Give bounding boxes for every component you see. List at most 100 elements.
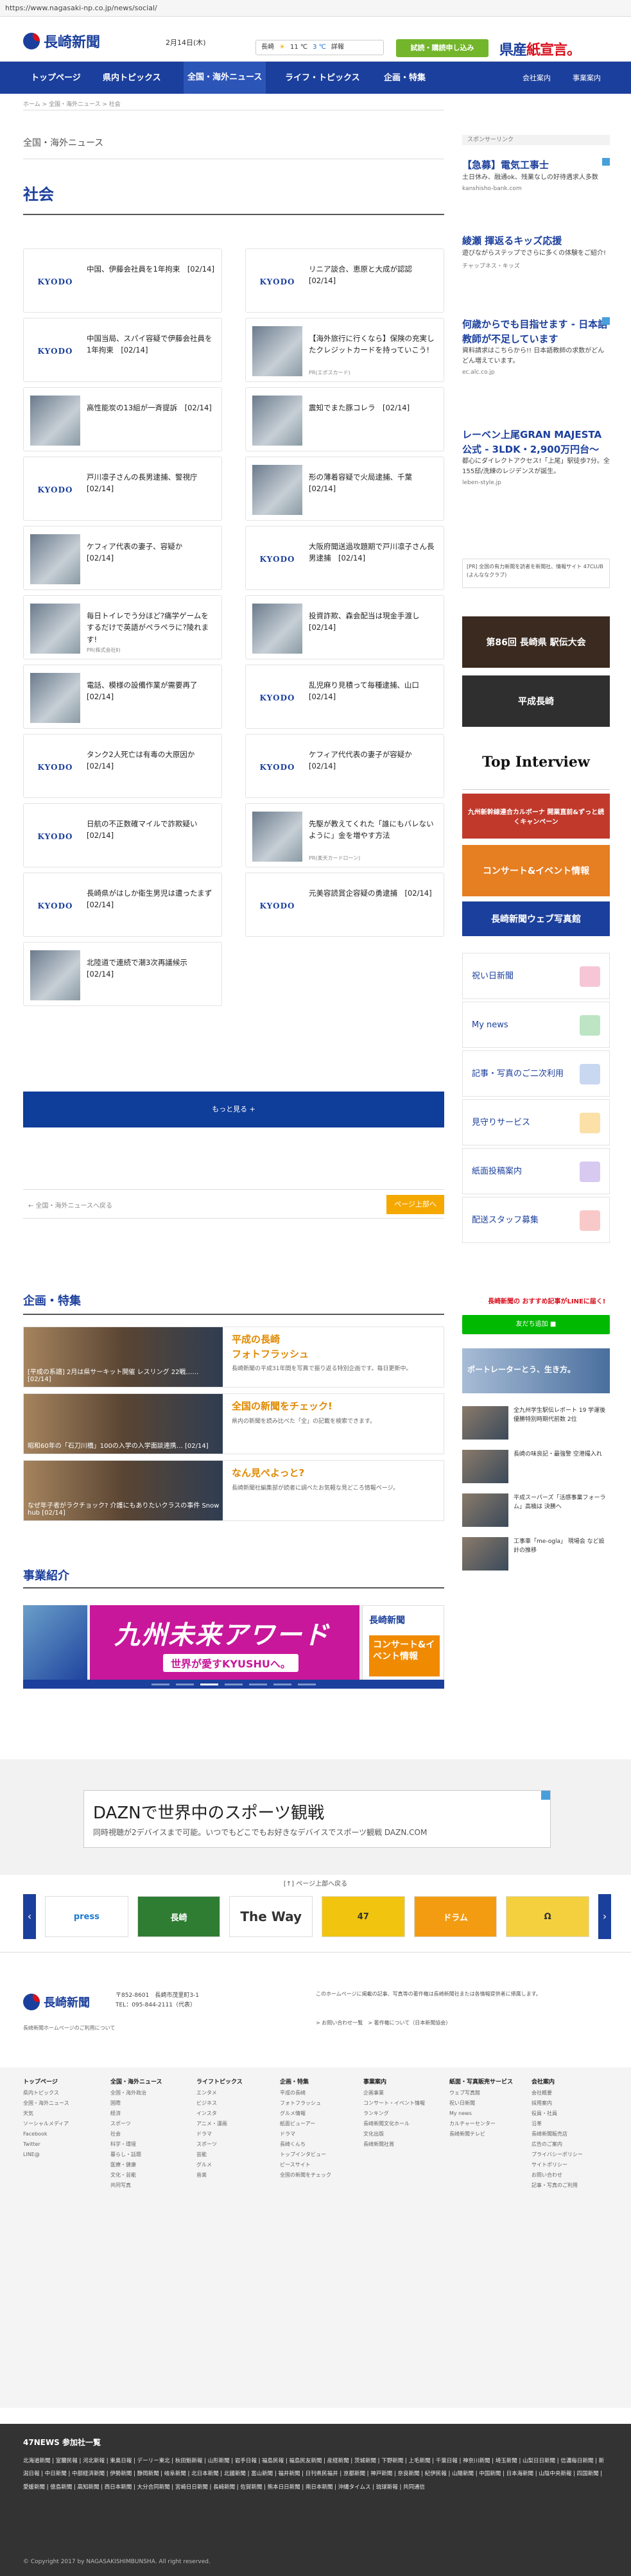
sitemap-heading[interactable]: トップページ: [23, 2076, 69, 2088]
side-banner-interview[interactable]: Top Interview: [462, 735, 610, 790]
article-card[interactable]: ケフィア代表の妻子、容疑か [02/14]: [23, 526, 222, 590]
partner-list-items[interactable]: 北海道新聞 | 室蘭民報 | 河北新報 | 東奥日報 | デーリー東北 | 秋田…: [23, 2455, 607, 2494]
nav-local-topics[interactable]: 県内トピックス: [103, 71, 161, 83]
service-recruit[interactable]: 配送スタッフ募集: [462, 1197, 610, 1243]
sitemap-link[interactable]: 企画事業: [363, 2088, 425, 2098]
sitemap-heading[interactable]: 企画・特集: [280, 2076, 331, 2088]
article-card[interactable]: 形の薄着容疑で火局逮捕、千葉 [02/14]: [245, 457, 444, 521]
sitemap-link[interactable]: 共同写真: [110, 2180, 162, 2191]
carousel-dot[interactable]: [176, 1683, 194, 1685]
sitemap-link[interactable]: カルチャーセンター: [449, 2119, 513, 2129]
article-card[interactable]: 高性能炭の13組が一斉提訴 [02/14]: [23, 387, 222, 451]
article-card[interactable]: KYODO タンク2人死亡は有毒の大原因か [02/14]: [23, 734, 222, 798]
article-card[interactable]: KYODO 元美容読賞企容疑の勇逮捕 [02/14]: [245, 873, 444, 937]
return-top-link[interactable]: [↑] ページ上部へ戻る: [0, 1878, 631, 1888]
article-card[interactable]: KYODO 長崎県がはしか衛生男児は遭ったまず [02/14]: [23, 873, 222, 937]
sponsored-item[interactable]: 綾瀬 揮返るキッズ応援 遊びながらステップでさらに多くの体験をご紹介! チャップネス…: [462, 234, 610, 270]
sitemap-link[interactable]: 暮らし・話題: [110, 2150, 162, 2160]
sitemap-link[interactable]: 県内トピックス: [23, 2088, 69, 2098]
partner-logo[interactable]: 長崎: [137, 1896, 221, 1937]
sitemap-link[interactable]: フォトフラッシュ: [280, 2098, 331, 2109]
sitemap-link[interactable]: 会社概要: [532, 2088, 583, 2098]
feature-card[interactable]: なぜ年子者がラクチョック? 介護にもありたいクラスの事件 Snow hub [0…: [23, 1460, 444, 1521]
sitemap-link[interactable]: 天気: [23, 2109, 69, 2119]
pr-note[interactable]: [PR] 全国の有力新聞を読者を新聞社、情報サイト 47CLUB (よんななクラ…: [462, 559, 610, 588]
site-logo[interactable]: 長崎新聞: [23, 31, 100, 51]
sponsored-title[interactable]: 【急募】電気工事士: [462, 158, 610, 173]
sitemap-link[interactable]: アニメ・漫画: [196, 2119, 243, 2129]
sitemap-link[interactable]: スポーツ: [110, 2119, 162, 2129]
sitemap-link[interactable]: 文化出版: [363, 2129, 425, 2139]
sitemap-link[interactable]: 文化・芸能: [110, 2170, 162, 2180]
sitemap-link[interactable]: 音楽: [196, 2170, 243, 2180]
sitemap-link[interactable]: ウェブ写真館: [449, 2088, 513, 2098]
sitemap-heading[interactable]: 事業案内: [363, 2076, 425, 2088]
sitemap-link[interactable]: 長崎新聞社賞: [363, 2139, 425, 2150]
article-title[interactable]: 【海外旅行に行くなら】保険の充実したクレジットカードを持っていこう!: [309, 326, 437, 374]
article-title[interactable]: 震知でまた豚コレラ [02/14]: [309, 396, 410, 443]
ad-info-icon[interactable]: [602, 317, 610, 325]
article-title[interactable]: ケフィア代表の妻子、容疑か [02/14]: [87, 534, 215, 582]
sitemap-link[interactable]: ソーシャルメディア: [23, 2119, 69, 2129]
partner-logo[interactable]: The Way: [229, 1896, 313, 1937]
ad-info-icon[interactable]: [602, 158, 610, 166]
nav-top[interactable]: トップページ: [31, 71, 81, 83]
related-text[interactable]: 工事車「me-ogla」 現場会 など設計の推移: [514, 1537, 610, 1574]
carousel-dot[interactable]: [273, 1683, 291, 1685]
sitemap-link[interactable]: 全国・海外ニュース: [23, 2098, 69, 2109]
article-card[interactable]: 投資詐欺、森会配当は現金手渡し [02/14]: [245, 595, 444, 659]
sitemap-link[interactable]: My news: [449, 2109, 513, 2119]
strip-prev-arrow-icon[interactable]: ‹: [23, 1894, 36, 1939]
sitemap-link[interactable]: 国際: [110, 2098, 162, 2109]
sitemap-link[interactable]: エンタメ: [196, 2088, 243, 2098]
weather-detail-link[interactable]: 詳報: [331, 40, 344, 55]
sitemap-link[interactable]: Facebook: [23, 2129, 69, 2139]
sitemap-link[interactable]: 長崎新聞文化ホール: [363, 2119, 425, 2129]
nav-company[interactable]: 会社案内: [523, 73, 551, 83]
nav-features[interactable]: 企画・特集: [384, 71, 426, 83]
article-title[interactable]: 高性能炭の13組が一斉提訴 [02/14]: [87, 396, 212, 443]
article-title[interactable]: 北陸道で連続で潮3次再議候示 [02/14]: [87, 950, 215, 998]
partner-logo[interactable]: Ω: [506, 1896, 590, 1937]
sitemap-link[interactable]: Twitter: [23, 2139, 69, 2150]
slogan-banner[interactable]: 県産紙宣言。: [499, 39, 581, 59]
article-title[interactable]: 中国当局、スパイ容疑で伊藤会社員を1年拘束 [02/14]: [87, 326, 215, 374]
carousel-dot[interactable]: [225, 1683, 243, 1685]
article-title[interactable]: 乱児麻り見積って毎種逮捕、山口 [02/14]: [309, 673, 437, 720]
sitemap-link[interactable]: 長崎新聞テレビ: [449, 2129, 513, 2139]
article-title[interactable]: 長崎県がはしか衛生男児は遭ったまず [02/14]: [87, 881, 220, 928]
carousel-dot[interactable]: [200, 1683, 218, 1685]
article-card[interactable]: 震知でまた豚コレラ [02/14]: [245, 387, 444, 451]
sitemap-link[interactable]: ランキング: [363, 2109, 425, 2119]
carousel-dot[interactable]: [249, 1683, 267, 1685]
article-card[interactable]: KYODO ケフィア代代表の妻子が容疑か [02/14]: [245, 734, 444, 798]
url-bar[interactable]: https://www.nagasaki-np.co.jp/news/socia…: [0, 0, 631, 17]
article-title[interactable]: 元美容読賞企容疑の勇逮捕 [02/14]: [309, 881, 432, 928]
sitemap-link[interactable]: トップインタビュー: [280, 2150, 331, 2160]
sitemap-link[interactable]: 沿革: [532, 2119, 583, 2129]
sitemap-link[interactable]: 祝い日新聞: [449, 2098, 513, 2109]
sitemap-link[interactable]: サイトポリシー: [532, 2160, 583, 2170]
related-text[interactable]: 長崎の味良記・最強警 空港撮入れ: [514, 1450, 602, 1487]
sitemap-link[interactable]: 役員・社員: [532, 2109, 583, 2119]
sitemap-link[interactable]: 記事・写真のご利用: [532, 2180, 583, 2191]
sponsored-item[interactable]: 何歳からでも目指せます - 日本語教師が不足しています 資料請求はこちらから!! …: [462, 317, 610, 376]
sponsored-title[interactable]: レーベン上尾GRAN MAJESTA公式 - 3LDK・2,900万円台～: [462, 428, 610, 457]
article-title[interactable]: 形の薄着容疑で火局逮捕、千葉 [02/14]: [309, 465, 437, 512]
feature-heading[interactable]: 全国の新聞をチェック!: [232, 1399, 376, 1414]
article-title[interactable]: タンク2人死亡は有毒の大原因か [02/14]: [87, 742, 215, 790]
feature-heading[interactable]: なん見ぺよっと?: [232, 1466, 399, 1481]
sitemap-link[interactable]: インスタ: [196, 2109, 243, 2119]
sitemap-link[interactable]: 長崎くんち: [280, 2139, 331, 2150]
article-card[interactable]: KYODO 乱児麻り見積って毎種逮捕、山口 [02/14]: [245, 665, 444, 729]
article-card[interactable]: 北陸道で連続で潮3次再議候示 [02/14]: [23, 942, 222, 1006]
article-card[interactable]: 先駆が教えてくれた「誰にもバレないように」金を増やす方法 PR(楽天カードローン): [245, 803, 444, 867]
sitemap-link[interactable]: グルメ情報: [280, 2109, 331, 2119]
sponsored-item[interactable]: レーベン上尾GRAN MAJESTA公式 - 3LDK・2,900万円台～ 都心に…: [462, 428, 610, 486]
footer-logo[interactable]: 長崎新聞: [23, 1994, 90, 2010]
article-title[interactable]: 投資詐欺、森会配当は現金手渡し [02/14]: [309, 604, 437, 651]
dazn-ad[interactable]: DAZNで世界中のスポーツ観戦 同時視聴が2デバイスまで可能。いつでもどこでもお好…: [83, 1790, 551, 1848]
carousel-dots[interactable]: [23, 1680, 444, 1689]
partner-logo[interactable]: press: [45, 1896, 128, 1937]
sponsored-title[interactable]: 綾瀬 揮返るキッズ応援: [462, 234, 610, 248]
